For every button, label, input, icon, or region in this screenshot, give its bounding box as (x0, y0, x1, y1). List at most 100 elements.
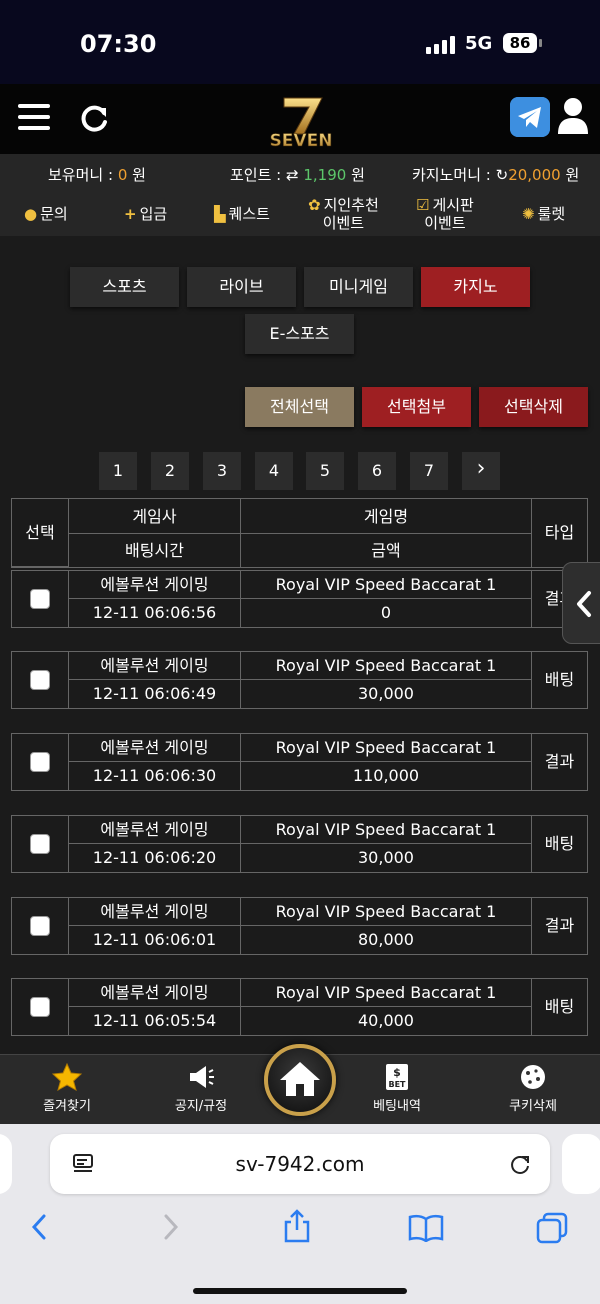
row-game: Royal VIP Speed Baccarat 1 (241, 571, 532, 599)
telegram-icon[interactable] (510, 97, 550, 137)
nav-cookie-delete[interactable]: 쿠키삭제 (478, 1063, 588, 1114)
header-amount: 금액 (241, 534, 532, 567)
row-provider: 에볼루션 게이밍 (69, 898, 241, 926)
table-row[interactable]: 에볼루션 게이밍 Royal VIP Speed Baccarat 1 12-11 … (11, 733, 588, 791)
page-6[interactable]: 6 (358, 452, 396, 490)
header-provider: 게임사 (69, 499, 241, 534)
tab-live[interactable]: 라이브 (187, 267, 296, 307)
tabs-icon[interactable] (536, 1212, 570, 1244)
delete-selected-button[interactable]: 선택삭제 (479, 387, 588, 427)
row-checkbox[interactable] (30, 997, 50, 1017)
table-row[interactable]: 에볼루션 게이밍 Royal VIP Speed Baccarat 1 12-11 … (11, 815, 588, 873)
row-provider: 에볼루션 게이밍 (69, 816, 241, 844)
nav-bet-history[interactable]: $ BET 베팅내역 (342, 1063, 452, 1114)
bet-slip-icon: $ BET (386, 1064, 408, 1090)
battery-icon: 86 (503, 33, 537, 53)
reload-page-icon[interactable] (508, 1152, 532, 1176)
next-page-button[interactable]: › (462, 452, 500, 490)
browser-toolbar: sv-7942.com (0, 1124, 600, 1304)
row-time: 12-11 06:06:20 (69, 844, 241, 872)
menu-board-event[interactable]: ☑ 게시판 이벤트 (416, 196, 474, 232)
side-panel-tab[interactable] (562, 562, 600, 644)
row-checkbox[interactable] (30, 834, 50, 854)
row-select-cell (12, 734, 69, 790)
points[interactable]: 포인트 : ⇄ 1,190 원 (230, 164, 365, 185)
forward-icon[interactable] (158, 1212, 182, 1242)
tab-minigame[interactable]: 미니게임 (304, 267, 413, 307)
row-time: 12-11 06:06:49 (69, 680, 241, 708)
bookmarks-icon[interactable] (408, 1214, 444, 1242)
row-type: 배팅 (544, 670, 575, 689)
next-tab-card[interactable] (562, 1134, 600, 1194)
row-provider: 에볼루션 게이밍 (69, 571, 241, 599)
table-row[interactable]: 에볼루션 게이밍 Royal VIP Speed Baccarat 1 12-11 … (11, 651, 588, 709)
roulette-icon: ✺ (522, 205, 535, 223)
row-checkbox[interactable] (30, 670, 50, 690)
table-row[interactable]: 에볼루션 게이밍 Royal VIP Speed Baccarat 1 12-11 … (11, 897, 588, 955)
exchange-icon: ⇄ (286, 166, 299, 184)
hold-money: 보유머니 : 0 원 (48, 166, 146, 184)
row-time: 12-11 06:06:01 (69, 926, 241, 954)
row-game: Royal VIP Speed Baccarat 1 (241, 816, 532, 844)
row-type: 결과 (544, 916, 575, 935)
cookie-icon (521, 1065, 545, 1089)
status-bar: 07:30 5G 86 (0, 0, 600, 84)
row-select-cell (12, 652, 69, 708)
row-checkbox[interactable] (30, 589, 50, 609)
tab-sports[interactable]: 스포츠 (70, 267, 179, 307)
address-bar[interactable]: sv-7942.com (50, 1134, 550, 1194)
hamburger-menu-icon[interactable] (18, 104, 50, 130)
row-amount: 80,000 (241, 926, 532, 954)
table-row[interactable]: 에볼루션 게이밍 Royal VIP Speed Baccarat 1 12-11 … (11, 570, 588, 628)
reload-icon: ↻ (495, 166, 509, 184)
row-time: 12-11 06:06:30 (69, 762, 241, 790)
share-icon[interactable] (282, 1208, 312, 1244)
nav-notice[interactable]: 공지/규정 (146, 1063, 256, 1114)
page-5[interactable]: 5 (306, 452, 344, 490)
header-game: 게임명 (241, 499, 532, 534)
header-time: 배팅시간 (69, 534, 241, 567)
nav-favorites[interactable]: 즐겨찾기 (12, 1063, 122, 1114)
page-4[interactable]: 4 (255, 452, 293, 490)
refresh-icon[interactable] (80, 104, 110, 134)
alert-icon: ● (24, 205, 38, 223)
row-checkbox[interactable] (30, 752, 50, 772)
casino-money[interactable]: 카지노머니 : ↻20,000 원 (412, 164, 579, 185)
home-indicator (193, 1288, 407, 1294)
home-button[interactable] (264, 1044, 336, 1116)
row-select-cell (12, 898, 69, 954)
row-amount: 30,000 (241, 844, 532, 872)
nav-favorites-label: 즐겨찾기 (43, 1099, 91, 1114)
row-amount: 110,000 (241, 762, 532, 790)
back-icon[interactable] (28, 1212, 52, 1242)
menu-deposit[interactable]: + 입금 (124, 205, 167, 223)
page-2[interactable]: 2 (151, 452, 189, 490)
row-time: 12-11 06:06:56 (69, 599, 241, 627)
menu-quest[interactable]: ▙ 퀘스트 (214, 205, 270, 223)
attach-selected-button[interactable]: 선택첨부 (362, 387, 471, 427)
logo-text: SEVEN (270, 131, 333, 150)
tab-esports[interactable]: E-스포츠 (245, 314, 354, 354)
row-select-cell (12, 979, 69, 1035)
table-header: 선택 게임사 게임명 배팅시간 금액 타입 (11, 498, 588, 568)
tab-casino[interactable]: 카지노 (421, 267, 530, 307)
row-checkbox[interactable] (30, 916, 50, 936)
battery-tip (539, 39, 542, 47)
svg-text:BET: BET (388, 1080, 406, 1089)
menu-roulette[interactable]: ✺ 룰렛 (522, 205, 565, 223)
star-icon (52, 1063, 82, 1091)
row-game: Royal VIP Speed Baccarat 1 (241, 979, 532, 1007)
row-time: 12-11 06:05:54 (69, 1007, 241, 1035)
menu-referral-event[interactable]: ✿ 지인추천 이벤트 (308, 196, 379, 232)
site-logo[interactable]: SEVEN (256, 94, 346, 150)
page-1[interactable]: 1 (99, 452, 137, 490)
table-row[interactable]: 에볼루션 게이밍 Royal VIP Speed Baccarat 1 12-11 … (11, 978, 588, 1036)
prev-tab-card[interactable] (0, 1134, 12, 1194)
checkbox-icon: ☑ (416, 196, 430, 214)
menu-inquiry[interactable]: ● 문의 (24, 205, 68, 223)
user-icon[interactable] (556, 96, 590, 136)
select-all-button[interactable]: 전체선택 (245, 387, 354, 427)
page-7[interactable]: 7 (410, 452, 448, 490)
nav-bet-history-label: 베팅내역 (373, 1099, 421, 1114)
page-3[interactable]: 3 (203, 452, 241, 490)
